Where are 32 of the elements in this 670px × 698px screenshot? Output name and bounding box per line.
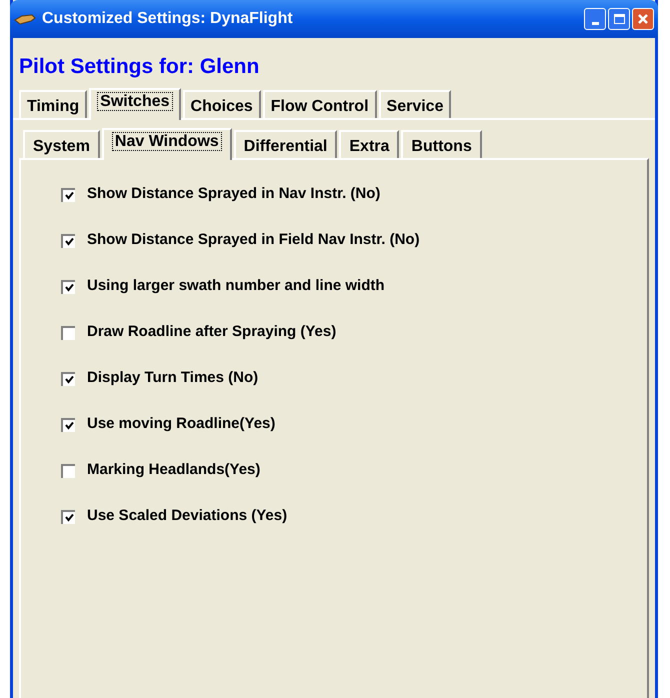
checkbox[interactable]	[61, 188, 75, 202]
tab[interactable]: Timing	[19, 90, 88, 118]
tab[interactable]: Differential	[234, 130, 338, 158]
tab[interactable]: System	[23, 130, 100, 158]
option-label: Using larger swath number and line width	[87, 276, 385, 296]
tab[interactable]: Switches	[89, 88, 181, 120]
checkbox[interactable]	[61, 510, 75, 524]
option-label: Display Turn Times (No)	[87, 368, 258, 388]
tab[interactable]: Choices	[182, 90, 261, 118]
option-label: Show Distance Sprayed in Nav Instr. (No)	[87, 184, 380, 204]
option-label: Use Scaled Deviations (Yes)	[87, 506, 288, 526]
window-title: Customized Settings: DynaFlight	[42, 9, 294, 29]
tab[interactable]: Flow Control	[262, 90, 377, 118]
maximize-button[interactable]	[608, 8, 630, 30]
checkbox[interactable]	[61, 234, 75, 248]
option-label: Use moving Roadline(Yes)	[87, 414, 276, 434]
option-label: Show Distance Sprayed in Field Nav Instr. (No)	[87, 230, 420, 250]
option-label: Draw Roadline after Spraying (Yes)	[87, 322, 336, 342]
tab[interactable]: Buttons	[401, 130, 482, 158]
option-label: Marking Headlands(Yes)	[87, 460, 260, 480]
checkbox[interactable]	[61, 464, 75, 478]
tab[interactable]: Nav Windows	[102, 128, 232, 160]
close-icon	[637, 13, 649, 25]
close-button[interactable]	[632, 8, 654, 30]
tab[interactable]: Extra	[339, 130, 400, 158]
tab[interactable]: Service	[378, 90, 452, 118]
checkbox[interactable]	[61, 372, 75, 386]
checkbox[interactable]	[61, 280, 75, 294]
pilot-heading: Pilot Settings for: Glenn	[18, 54, 260, 80]
minimize-button[interactable]	[584, 8, 606, 30]
checkbox[interactable]	[61, 418, 75, 432]
checkbox[interactable]	[61, 326, 75, 340]
